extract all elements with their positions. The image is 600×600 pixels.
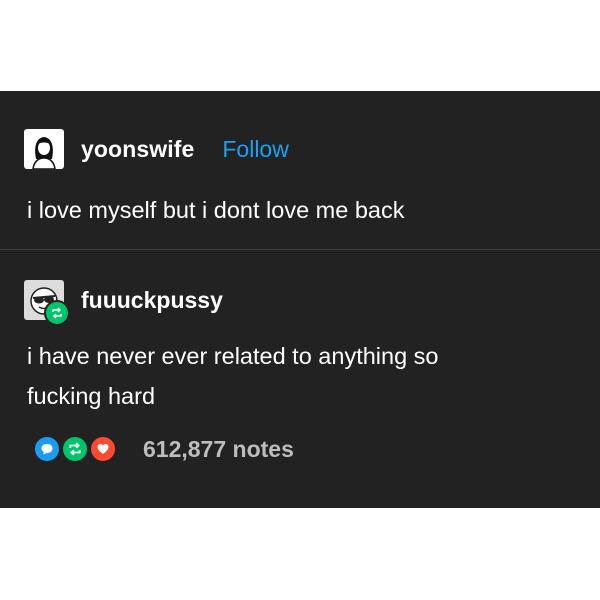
follow-button[interactable]: Follow (222, 136, 288, 163)
username[interactable]: yoonswife (81, 136, 194, 163)
reblog-text-line-2: fucking hard (27, 383, 156, 409)
post-text: i love myself but i dont love me back (27, 197, 405, 223)
reblogger-avatar-wrapper[interactable] (24, 280, 70, 326)
notes-bar[interactable]: 612,877 notes (33, 435, 294, 463)
reblog-text-line-1: i have never ever related to anything so (27, 343, 439, 369)
reblog-icon (52, 307, 62, 319)
reblog-badge (44, 300, 70, 326)
reblog-header: fuuuckpussy (24, 280, 223, 326)
divider (0, 249, 600, 250)
user-avatar[interactable] (24, 129, 64, 169)
post-header: yoonswife Follow (24, 129, 289, 169)
reblog-icon (61, 435, 89, 463)
reblogger-username[interactable]: fuuuckpussy (81, 287, 223, 314)
notes-count[interactable]: 612,877 notes (143, 436, 294, 463)
comment-icon (33, 435, 61, 463)
heart-icon (89, 435, 117, 463)
note-icons (33, 435, 123, 463)
girl-portrait-icon (32, 137, 56, 169)
tumblr-post: yoonswife Follow i love myself but i don… (0, 91, 600, 508)
